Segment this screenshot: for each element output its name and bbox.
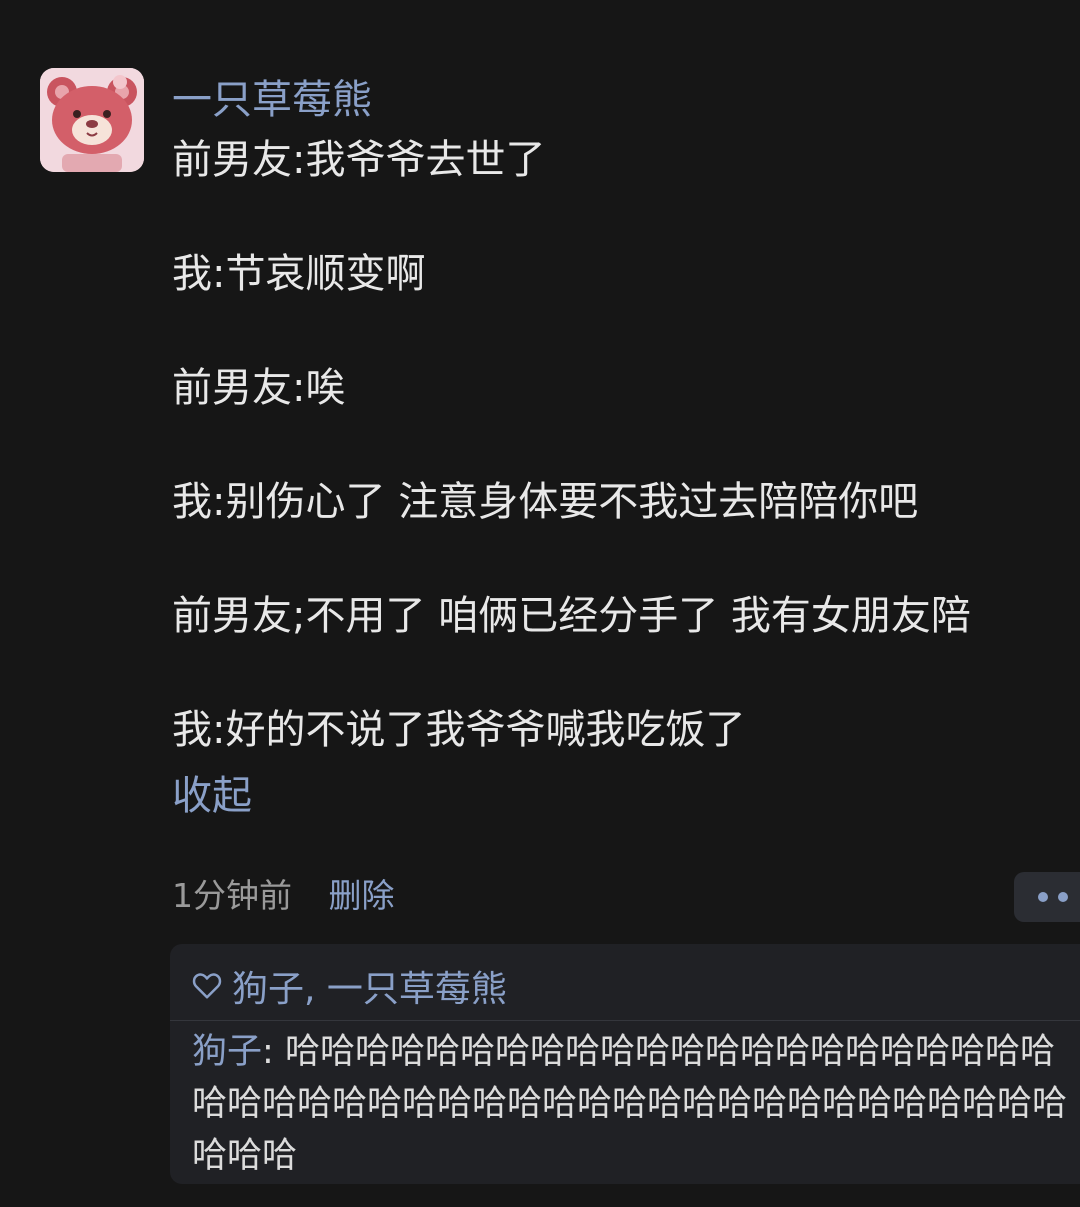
more-dots-icon (1038, 892, 1048, 902)
post-line: 前男友:唉 (172, 365, 346, 411)
likes-row[interactable]: 狗子, 一只草莓熊 (192, 960, 507, 1012)
post-line: 前男友;不用了 咱俩已经分手了 我有女朋友陪 (172, 593, 971, 639)
heart-icon (192, 973, 222, 999)
post-time: 1分钟前 (172, 876, 292, 915)
post-content: 前男友:我爷爷去世了 我:节哀顺变啊 前男友:唉 我:别伤心了 注意身体要不我过… (172, 132, 1062, 758)
reply-separator: : (262, 1032, 285, 1072)
divider (170, 1020, 1080, 1021)
reply-author[interactable]: 狗子 (192, 1032, 262, 1072)
more-button[interactable] (1014, 872, 1080, 922)
likes-names: 狗子, 一只草莓熊 (232, 969, 507, 1010)
delete-link[interactable]: 删除 (329, 876, 395, 915)
post-meta: 1分钟前 删除 (172, 874, 395, 918)
reply-text: 哈哈哈哈哈哈哈哈哈哈哈哈哈哈哈哈哈哈哈哈哈哈哈哈哈哈哈哈哈哈哈哈哈哈哈哈哈哈哈哈… (192, 1032, 1068, 1176)
avatar[interactable] (40, 68, 144, 172)
post-line: 前男友:我爷爷去世了 (172, 137, 546, 183)
interaction-panel: 狗子, 一只草莓熊 狗子: 哈哈哈哈哈哈哈哈哈哈哈哈哈哈哈哈哈哈哈哈哈哈哈哈哈哈… (170, 944, 1080, 1184)
post-line: 我:别伤心了 注意身体要不我过去陪陪你吧 (172, 479, 919, 525)
post-line: 我:节哀顺变啊 (172, 251, 426, 297)
more-dots-icon (1058, 892, 1068, 902)
reply-item[interactable]: 狗子: 哈哈哈哈哈哈哈哈哈哈哈哈哈哈哈哈哈哈哈哈哈哈哈哈哈哈哈哈哈哈哈哈哈哈哈哈… (192, 1026, 1072, 1182)
post-line: 我:好的不说了我爷爷喊我吃饭了 (172, 707, 746, 753)
post-author[interactable]: 一只草莓熊 (172, 74, 372, 126)
strawberry-bear-avatar-icon (40, 68, 144, 172)
collapse-link[interactable]: 收起 (172, 768, 252, 824)
